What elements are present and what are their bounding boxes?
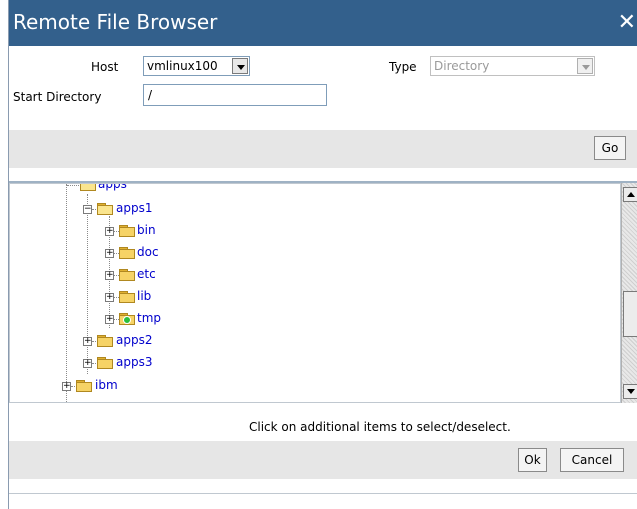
folder-icon	[119, 291, 135, 303]
selection-hint: Click on additional items to select/dese…	[249, 420, 511, 434]
ok-button[interactable]: Ok	[518, 448, 547, 472]
tree-scrollbar[interactable]	[621, 183, 637, 403]
tree-node-label: doc	[137, 245, 159, 259]
expand-icon[interactable]: +	[83, 337, 92, 346]
expand-icon[interactable]: +	[105, 293, 114, 302]
expand-icon[interactable]: +	[105, 249, 114, 258]
go-button[interactable]: Go	[594, 136, 626, 160]
tree-node-apps[interactable]: apps	[10, 183, 210, 197]
host-label: Host	[91, 60, 119, 74]
scrollbar-thumb[interactable]	[623, 291, 637, 337]
cancel-button[interactable]: Cancel	[560, 448, 624, 472]
directory-tree-panel: apps − apps1 + bin + doc + etc + lib + t…	[9, 182, 637, 406]
tree-node-label: apps3	[116, 355, 153, 369]
close-icon[interactable]: ✕	[618, 10, 636, 35]
remote-file-browser-dialog: Remote File Browser ✕ Host vmlinux100 Ty…	[8, 0, 637, 509]
tree-node-label: tmp	[137, 311, 162, 325]
folder-icon	[97, 335, 113, 347]
directory-tree[interactable]: apps − apps1 + bin + doc + etc + lib + t…	[9, 183, 621, 403]
scroll-down-icon[interactable]	[623, 384, 637, 399]
tree-node-apps3[interactable]: + apps3	[10, 353, 210, 375]
go-toolbar: Go	[9, 130, 637, 168]
selection-panel: Click on additional items to select/dese…	[9, 404, 637, 509]
tree-node-lib[interactable]: + lib	[10, 287, 210, 309]
tree-node-ibm[interactable]: + ibm	[10, 376, 210, 398]
tree-node-label: apps1	[116, 201, 153, 215]
expand-icon[interactable]: +	[62, 382, 71, 391]
folder-icon	[119, 225, 135, 237]
tree-node-etc[interactable]: + etc	[10, 265, 210, 287]
title-bar[interactable]: Remote File Browser ✕	[9, 0, 637, 47]
tree-node-apps2[interactable]: + apps2	[10, 331, 210, 353]
folder-temp-icon	[119, 313, 135, 325]
tree-node-bin[interactable]: + bin	[10, 221, 210, 243]
expand-icon[interactable]: +	[105, 227, 114, 236]
type-select-value: Directory	[434, 59, 490, 73]
expand-icon[interactable]: +	[83, 359, 92, 368]
type-select: Directory	[430, 56, 595, 76]
start-directory-label: Start Directory	[13, 90, 102, 104]
folder-open-icon	[97, 203, 113, 215]
start-directory-input[interactable]	[143, 84, 327, 106]
tree-node-doc[interactable]: + doc	[10, 243, 210, 265]
divider	[9, 493, 637, 494]
tree-node-tmp[interactable]: + tmp	[10, 309, 210, 331]
type-label: Type	[389, 60, 417, 74]
folder-open-icon	[80, 184, 96, 191]
tree-node-apps1[interactable]: − apps1	[10, 199, 210, 221]
tree-node-label: etc	[137, 267, 156, 281]
host-select[interactable]: vmlinux100	[143, 56, 250, 76]
folder-icon	[119, 269, 135, 281]
dialog-title: Remote File Browser	[13, 10, 218, 34]
scroll-up-icon[interactable]	[623, 187, 637, 202]
folder-icon	[76, 380, 92, 392]
connection-panel: Host vmlinux100 Type Directory Start Dir…	[9, 46, 637, 182]
action-toolbar: Ok Cancel	[9, 441, 637, 479]
folder-icon	[97, 357, 113, 369]
folder-icon	[119, 247, 135, 259]
chevron-down-icon	[577, 58, 593, 74]
tree-node-label: apps	[98, 183, 127, 191]
collapse-icon[interactable]: −	[83, 205, 92, 214]
tree-node-label: apps2	[116, 333, 153, 347]
expand-icon[interactable]: +	[105, 315, 114, 324]
chevron-down-icon[interactable]	[232, 58, 248, 74]
tree-node-label: bin	[137, 223, 156, 237]
tree-node-label: lib	[137, 289, 152, 303]
expand-icon[interactable]: +	[105, 271, 114, 280]
tree-connector	[67, 185, 79, 186]
tree-node-label: ibm	[95, 378, 118, 392]
host-select-value: vmlinux100	[147, 59, 218, 73]
